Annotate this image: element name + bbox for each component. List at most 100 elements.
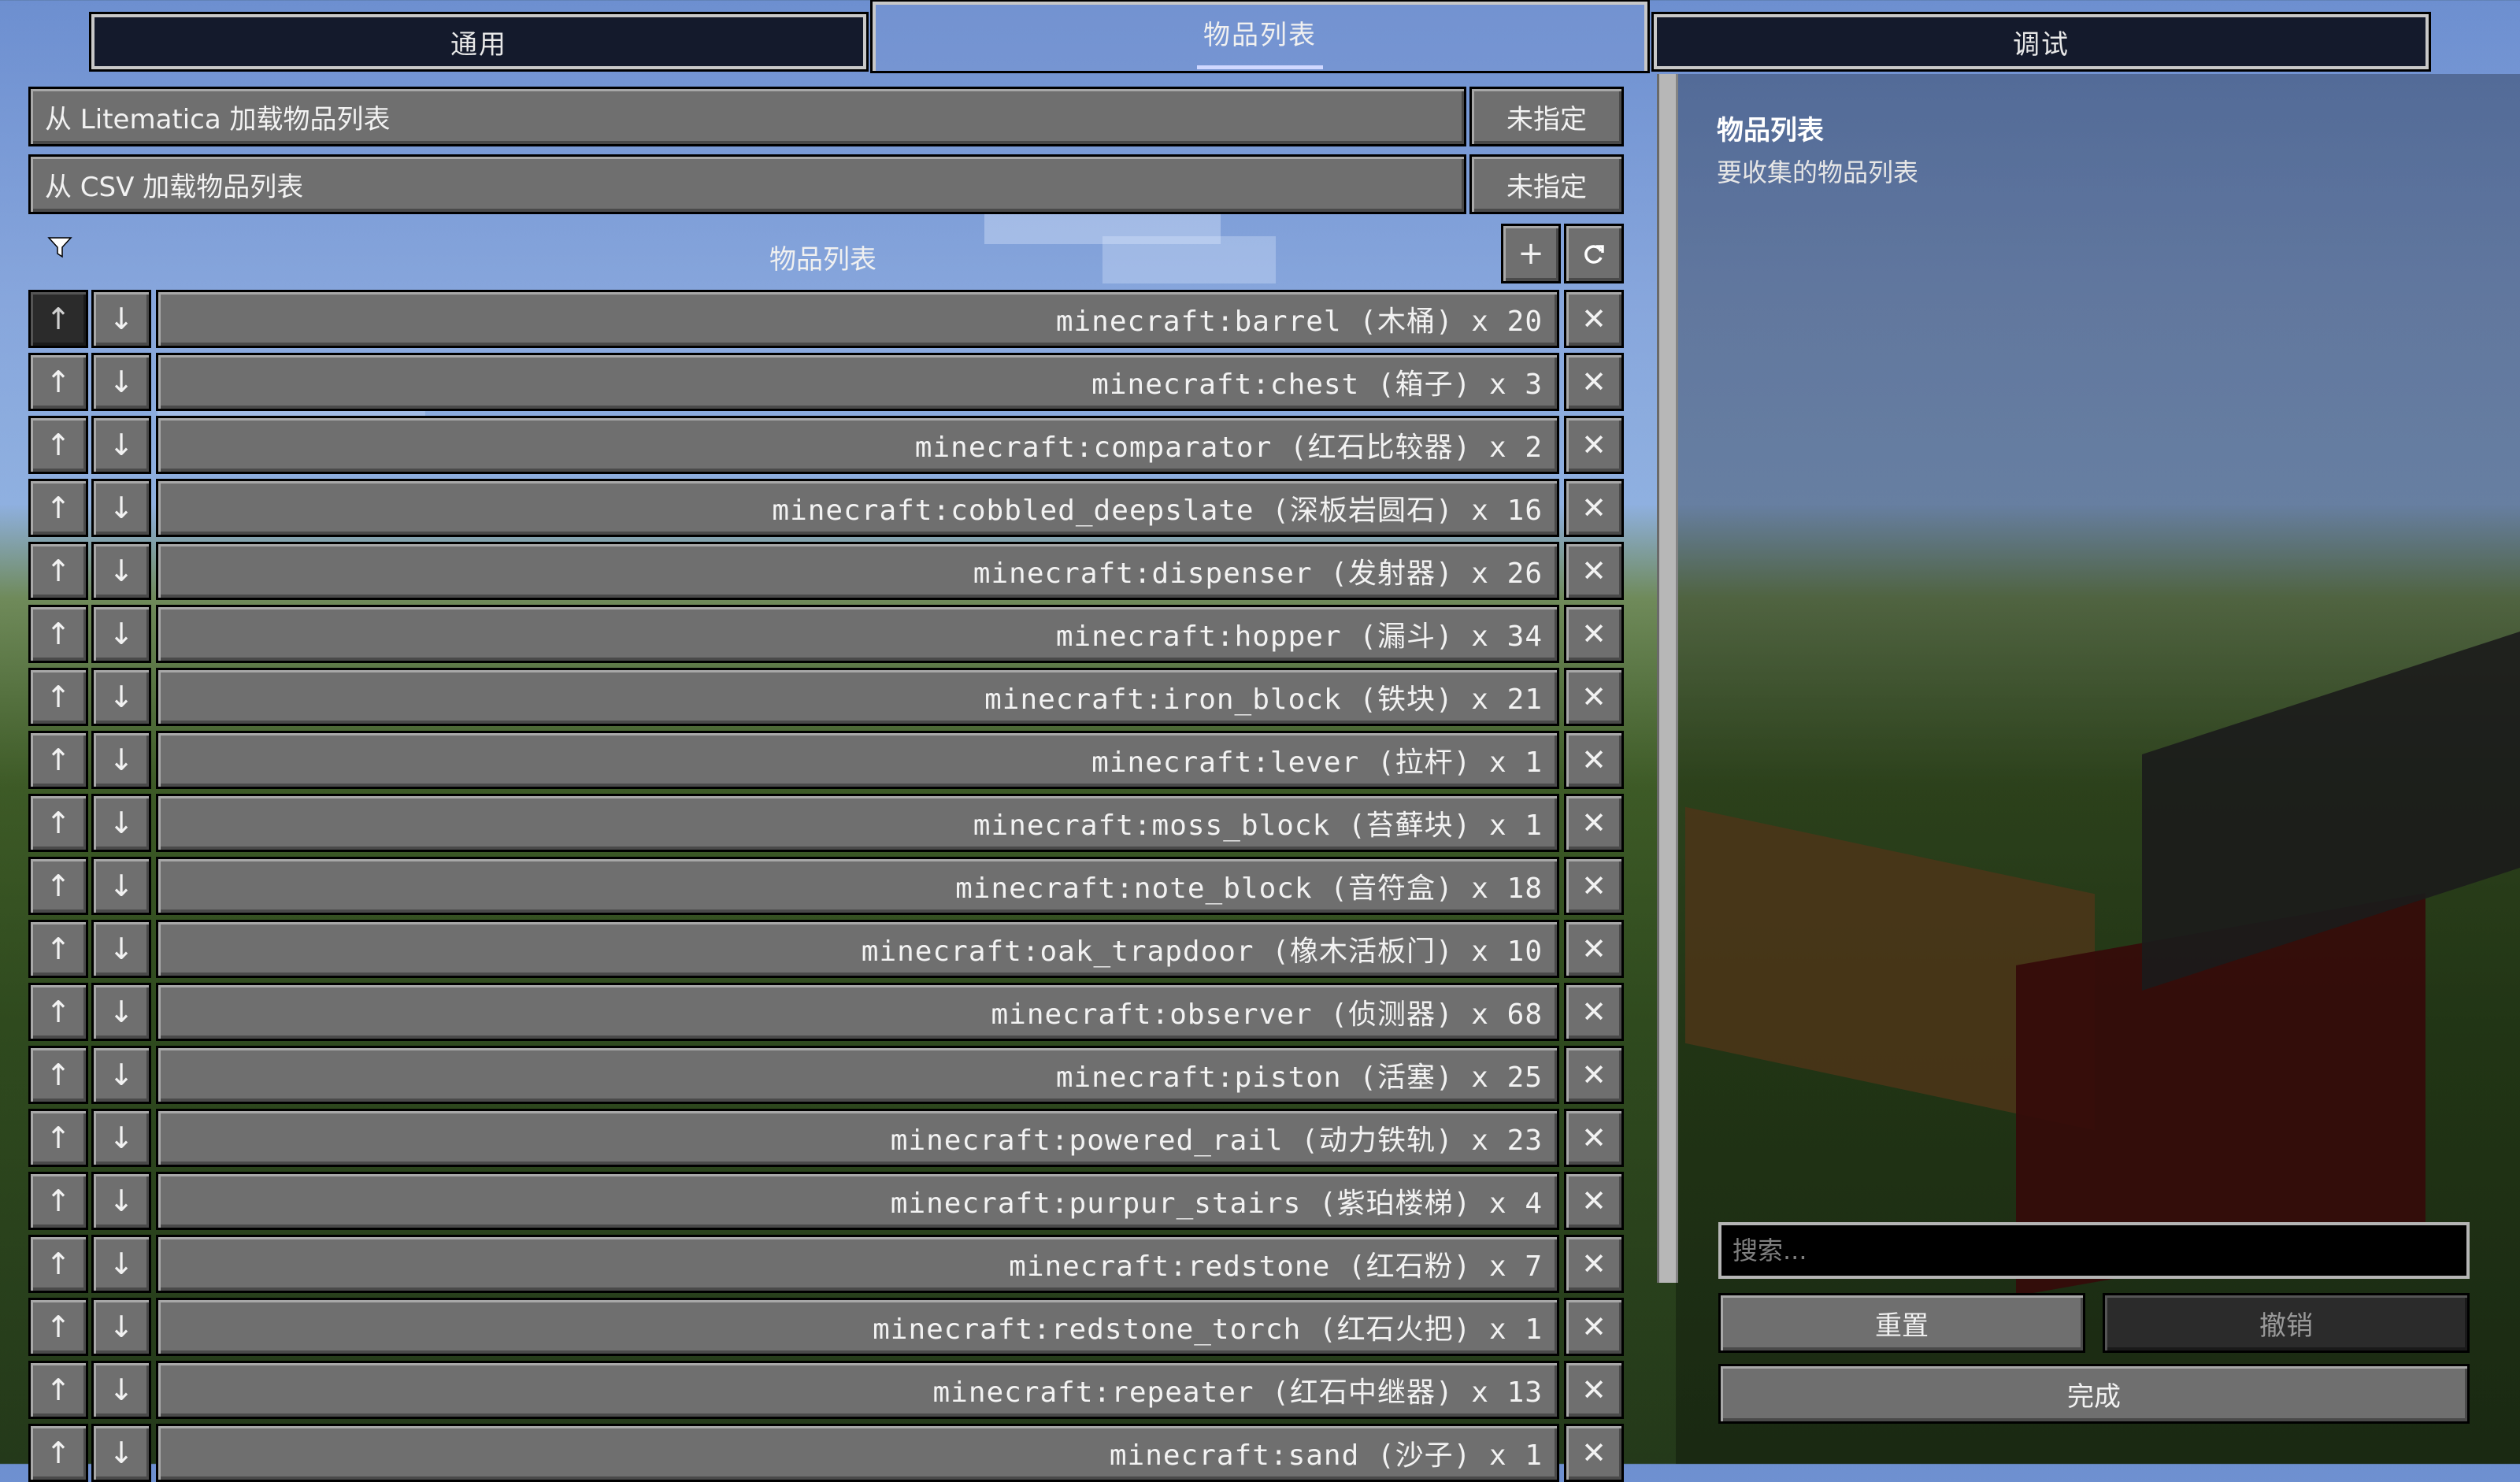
item-row[interactable]: minecraft:repeater (红石中继器) x 13 — [156, 1361, 1559, 1419]
move-down-button[interactable]: ↓ — [91, 1361, 151, 1419]
move-up-button[interactable]: ↑ — [28, 1046, 88, 1104]
item-row[interactable]: minecraft:note_block (音符盒) x 18 — [156, 857, 1559, 915]
move-down-button[interactable]: ↓ — [91, 542, 151, 600]
load-litematica-label: 从 Litematica 加载物品列表 — [45, 103, 391, 135]
item-row[interactable]: minecraft:observer (侦测器) x 68 — [156, 983, 1559, 1041]
item-row[interactable]: minecraft:dispenser (发射器) x 26 — [156, 542, 1559, 600]
move-down-button[interactable]: ↓ — [91, 857, 151, 915]
move-down-button[interactable]: ↓ — [91, 1109, 151, 1167]
add-item-button[interactable]: + — [1501, 224, 1561, 283]
tab-debug[interactable]: 调试 — [1651, 12, 2431, 72]
remove-item-button[interactable]: ✕ — [1564, 542, 1624, 600]
remove-item-button[interactable]: ✕ — [1564, 353, 1624, 411]
close-icon: ✕ — [1581, 491, 1606, 525]
move-up-button[interactable]: ↑ — [28, 1298, 88, 1356]
litematica-value: 未指定 — [1506, 103, 1587, 135]
item-row[interactable]: minecraft:purpur_stairs (紫珀楼梯) x 4 — [156, 1172, 1559, 1230]
move-up-button[interactable]: ↑ — [28, 1109, 88, 1167]
move-up-button[interactable]: ↑ — [28, 542, 88, 600]
move-up-button[interactable]: ↑ — [28, 1172, 88, 1230]
remove-item-button[interactable]: ✕ — [1564, 1109, 1624, 1167]
move-up-button[interactable]: ↑ — [28, 479, 88, 537]
close-icon: ✕ — [1581, 995, 1606, 1029]
move-up-button[interactable]: ↑ — [28, 290, 88, 348]
done-button[interactable]: 完成 — [1718, 1364, 2470, 1424]
filter-icon[interactable] — [46, 233, 74, 261]
move-up-button[interactable]: ↑ — [28, 668, 88, 726]
litematica-value-button[interactable]: 未指定 — [1469, 87, 1624, 146]
move-down-button[interactable]: ↓ — [91, 1424, 151, 1482]
refresh-button[interactable] — [1564, 224, 1624, 283]
move-down-button[interactable]: ↓ — [91, 353, 151, 411]
item-row[interactable]: minecraft:powered_rail (动力铁轨) x 23 — [156, 1109, 1559, 1167]
move-up-button[interactable]: ↑ — [28, 353, 88, 411]
remove-item-button[interactable]: ✕ — [1564, 794, 1624, 852]
move-down-button[interactable]: ↓ — [91, 731, 151, 789]
remove-item-button[interactable]: ✕ — [1564, 731, 1624, 789]
load-csv-button[interactable]: 从 CSV 加载物品列表 — [28, 154, 1466, 214]
remove-item-button[interactable]: ✕ — [1564, 605, 1624, 663]
remove-item-button[interactable]: ✕ — [1564, 1361, 1624, 1419]
move-up-button[interactable]: ↑ — [28, 416, 88, 474]
move-down-button[interactable]: ↓ — [91, 605, 151, 663]
item-row-label: minecraft:oak_trapdoor (橡木活板门) x 10 — [861, 936, 1543, 968]
close-icon: ✕ — [1581, 1247, 1606, 1281]
move-down-button[interactable]: ↓ — [91, 1046, 151, 1104]
move-up-button[interactable]: ↑ — [28, 1424, 88, 1482]
item-list-scrollbar[interactable] — [1657, 74, 1678, 1283]
reset-button[interactable]: 重置 — [1718, 1293, 2085, 1353]
move-up-button[interactable]: ↑ — [28, 794, 88, 852]
move-up-button[interactable]: ↑ — [28, 1361, 88, 1419]
move-down-button[interactable]: ↓ — [91, 479, 151, 537]
tab-general[interactable]: 通用 — [89, 12, 869, 72]
remove-item-button[interactable]: ✕ — [1564, 857, 1624, 915]
item-row[interactable]: minecraft:piston (活塞) x 25 — [156, 1046, 1559, 1104]
load-litematica-button[interactable]: 从 Litematica 加载物品列表 — [28, 87, 1466, 146]
remove-item-button[interactable]: ✕ — [1564, 920, 1624, 978]
move-down-button[interactable]: ↓ — [91, 668, 151, 726]
item-row-label: minecraft:comparator (红石比较器) x 2 — [914, 432, 1543, 464]
item-row[interactable]: minecraft:sand (沙子) x 1 — [156, 1424, 1559, 1482]
remove-item-button[interactable]: ✕ — [1564, 479, 1624, 537]
active-tab-indicator — [1197, 65, 1323, 69]
remove-item-button[interactable]: ✕ — [1564, 1298, 1624, 1356]
item-row[interactable]: minecraft:oak_trapdoor (橡木活板门) x 10 — [156, 920, 1559, 978]
move-down-button[interactable]: ↓ — [91, 920, 151, 978]
move-down-button[interactable]: ↓ — [91, 290, 151, 348]
item-row[interactable]: minecraft:moss_block (苔藓块) x 1 — [156, 794, 1559, 852]
item-row[interactable]: minecraft:redstone (红石粉) x 7 — [156, 1235, 1559, 1293]
item-row[interactable]: minecraft:iron_block (铁块) x 21 — [156, 668, 1559, 726]
item-row[interactable]: minecraft:redstone_torch (红石火把) x 1 — [156, 1298, 1559, 1356]
csv-value-button[interactable]: 未指定 — [1469, 154, 1624, 214]
move-up-button[interactable]: ↑ — [28, 920, 88, 978]
move-up-button[interactable]: ↑ — [28, 605, 88, 663]
remove-item-button[interactable]: ✕ — [1564, 668, 1624, 726]
remove-item-button[interactable]: ✕ — [1564, 1235, 1624, 1293]
remove-item-button[interactable]: ✕ — [1564, 1424, 1624, 1482]
move-up-button[interactable]: ↑ — [28, 1235, 88, 1293]
move-up-button[interactable]: ↑ — [28, 983, 88, 1041]
undo-button[interactable]: 撤销 — [2103, 1293, 2470, 1353]
tab-item-list[interactable]: 物品列表 — [870, 0, 1650, 73]
move-down-button[interactable]: ↓ — [91, 1235, 151, 1293]
item-row[interactable]: minecraft:lever (拉杆) x 1 — [156, 731, 1559, 789]
item-row[interactable]: minecraft:comparator (红石比较器) x 2 — [156, 416, 1559, 474]
item-row[interactable]: minecraft:cobbled_deepslate (深板岩圆石) x 16 — [156, 479, 1559, 537]
move-down-button[interactable]: ↓ — [91, 794, 151, 852]
remove-item-button[interactable]: ✕ — [1564, 416, 1624, 474]
move-down-button[interactable]: ↓ — [91, 416, 151, 474]
move-down-button[interactable]: ↓ — [91, 1172, 151, 1230]
remove-item-button[interactable]: ✕ — [1564, 1172, 1624, 1230]
move-down-button[interactable]: ↓ — [91, 1298, 151, 1356]
close-icon: ✕ — [1581, 1121, 1606, 1155]
move-up-button[interactable]: ↑ — [28, 731, 88, 789]
item-row[interactable]: minecraft:hopper (漏斗) x 34 — [156, 605, 1559, 663]
remove-item-button[interactable]: ✕ — [1564, 983, 1624, 1041]
move-up-button[interactable]: ↑ — [28, 857, 88, 915]
remove-item-button[interactable]: ✕ — [1564, 290, 1624, 348]
item-row[interactable]: minecraft:chest (箱子) x 3 — [156, 353, 1559, 411]
move-down-button[interactable]: ↓ — [91, 983, 151, 1041]
item-row[interactable]: minecraft:barrel (木桶) x 20 — [156, 290, 1559, 348]
search-input[interactable] — [1718, 1222, 2470, 1279]
remove-item-button[interactable]: ✕ — [1564, 1046, 1624, 1104]
